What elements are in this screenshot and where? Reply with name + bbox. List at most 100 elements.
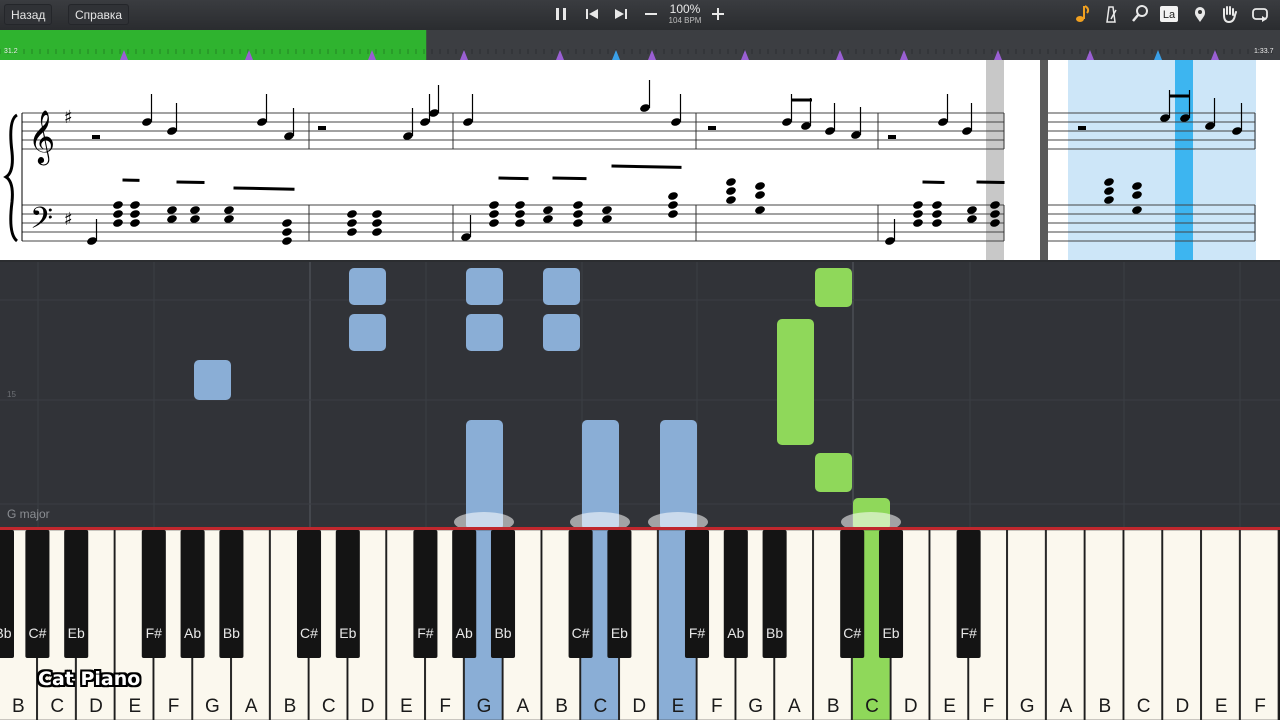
hand-icon[interactable] xyxy=(1218,3,1240,25)
chord-note-head xyxy=(130,201,140,209)
white-key-label: B xyxy=(284,696,297,717)
white-key-label: F xyxy=(1254,696,1266,717)
black-key-label: Eb xyxy=(882,625,899,641)
white-key-label: E xyxy=(400,696,413,717)
chord-note-head xyxy=(726,196,736,204)
white-key-label: A xyxy=(788,696,801,717)
beam xyxy=(176,180,205,185)
black-key-label: Ab xyxy=(184,625,201,641)
white-key-label: G xyxy=(748,696,763,717)
selection-region xyxy=(1068,60,1256,260)
white-key-label: F xyxy=(711,696,723,717)
white-key[interactable] xyxy=(1007,530,1046,720)
chord-note-head xyxy=(668,192,678,200)
white-key[interactable] xyxy=(1046,530,1085,720)
beam xyxy=(498,176,529,181)
white-key-label: E xyxy=(128,696,141,717)
falling-note-right-hand xyxy=(815,453,852,492)
pause-icon[interactable] xyxy=(550,3,572,25)
beam xyxy=(552,176,587,181)
white-key-label: D xyxy=(632,696,646,717)
chord-note-head xyxy=(489,201,499,209)
chord-note-head xyxy=(515,219,525,227)
chord-note-head xyxy=(130,219,140,227)
white-key[interactable] xyxy=(1240,530,1279,720)
skip-forward-icon[interactable] xyxy=(610,3,632,25)
black-key-label: F# xyxy=(960,625,977,641)
plus-icon[interactable] xyxy=(707,3,729,25)
minus-icon[interactable] xyxy=(640,3,662,25)
back-button[interactable]: Назад xyxy=(4,4,53,25)
black-key-label: C# xyxy=(572,625,590,641)
white-key-label: G xyxy=(477,696,492,717)
chord-note-head xyxy=(755,182,765,190)
chord-note-head xyxy=(113,210,123,218)
chord-note-head xyxy=(755,191,765,199)
white-key[interactable] xyxy=(1201,530,1240,720)
treble-clef: 𝄞 xyxy=(28,109,55,165)
falling-note-left-hand xyxy=(349,314,386,351)
white-key[interactable] xyxy=(1085,530,1123,720)
chord-note-head xyxy=(668,210,678,218)
zoom-value: 100% xyxy=(669,2,701,16)
note-label-text: La xyxy=(1163,9,1176,21)
chord-note-head xyxy=(372,219,382,227)
timeline-progress-fill xyxy=(0,30,427,60)
black-key-label: Bb xyxy=(0,625,12,641)
white-key[interactable] xyxy=(1123,530,1162,720)
chord-note-head xyxy=(726,178,736,186)
key-signature-sharp: ♯ xyxy=(64,107,73,128)
black-key-label: Bb xyxy=(766,625,783,641)
metronome-icon[interactable] xyxy=(1100,3,1122,25)
help-button[interactable]: Справка xyxy=(68,4,130,25)
white-key-label: F xyxy=(439,696,451,717)
white-key-label: A xyxy=(1060,696,1073,717)
white-key-label: D xyxy=(361,696,375,717)
falling-note-left-hand xyxy=(466,268,503,305)
magnifier-icon[interactable] xyxy=(1129,3,1151,25)
chord-note-head xyxy=(372,228,382,236)
black-key-label: Eb xyxy=(611,625,628,641)
white-key-label: E xyxy=(672,696,685,717)
chord-note-head xyxy=(932,201,942,209)
white-key-label: D xyxy=(89,696,103,717)
white-key-label: G xyxy=(1020,696,1035,717)
tempo-value: 104 BPM xyxy=(668,16,702,25)
falling-note-left-hand xyxy=(194,360,231,400)
piano-keyboard[interactable]: B C D E F G A B C D E F G A B C D E F G A B C D E F G A B C D E F Bb C# Eb F… xyxy=(0,530,1280,720)
beam xyxy=(611,164,682,169)
white-key-label: C xyxy=(865,696,879,717)
piano-roll xyxy=(0,262,1280,530)
chord-note-head xyxy=(347,219,357,227)
chord-note-head xyxy=(347,210,357,218)
black-key-label: C# xyxy=(843,625,861,641)
note-label-icon[interactable]: La xyxy=(1158,3,1180,25)
beam xyxy=(233,186,295,191)
white-key-label: D xyxy=(1176,696,1190,717)
white-key-label: E xyxy=(1215,696,1228,717)
white-key[interactable] xyxy=(1162,530,1201,720)
row-marker: 15 xyxy=(7,390,16,399)
white-key-label: G xyxy=(205,696,220,717)
falling-note-left-hand xyxy=(543,268,580,305)
white-key-label: B xyxy=(1098,696,1111,717)
loop-icon[interactable] xyxy=(1249,3,1271,25)
watermark-logo: Cat Piano xyxy=(38,668,141,690)
chord-note-head xyxy=(668,201,678,209)
chord-note-head xyxy=(489,219,499,227)
timeline-progress[interactable] xyxy=(0,30,1280,60)
sheet-music[interactable]: 𝄞 𝄢 ♯ ♯ xyxy=(0,60,1280,260)
falling-note-left-hand xyxy=(349,268,386,305)
rest-symbol xyxy=(318,126,326,130)
tempo-display: 100% 104 BPM xyxy=(660,2,710,26)
black-key-label: F# xyxy=(689,625,706,641)
chord-note-head xyxy=(113,201,123,209)
white-key-label: C xyxy=(322,696,336,717)
chord-note-head xyxy=(932,219,942,227)
location-pin-icon[interactable] xyxy=(1189,3,1211,25)
note-icon[interactable] xyxy=(1071,3,1093,25)
white-key-label: B xyxy=(12,696,25,717)
skip-back-icon[interactable] xyxy=(581,3,603,25)
chord-note-head xyxy=(489,210,499,218)
chord-note-head xyxy=(573,210,583,218)
